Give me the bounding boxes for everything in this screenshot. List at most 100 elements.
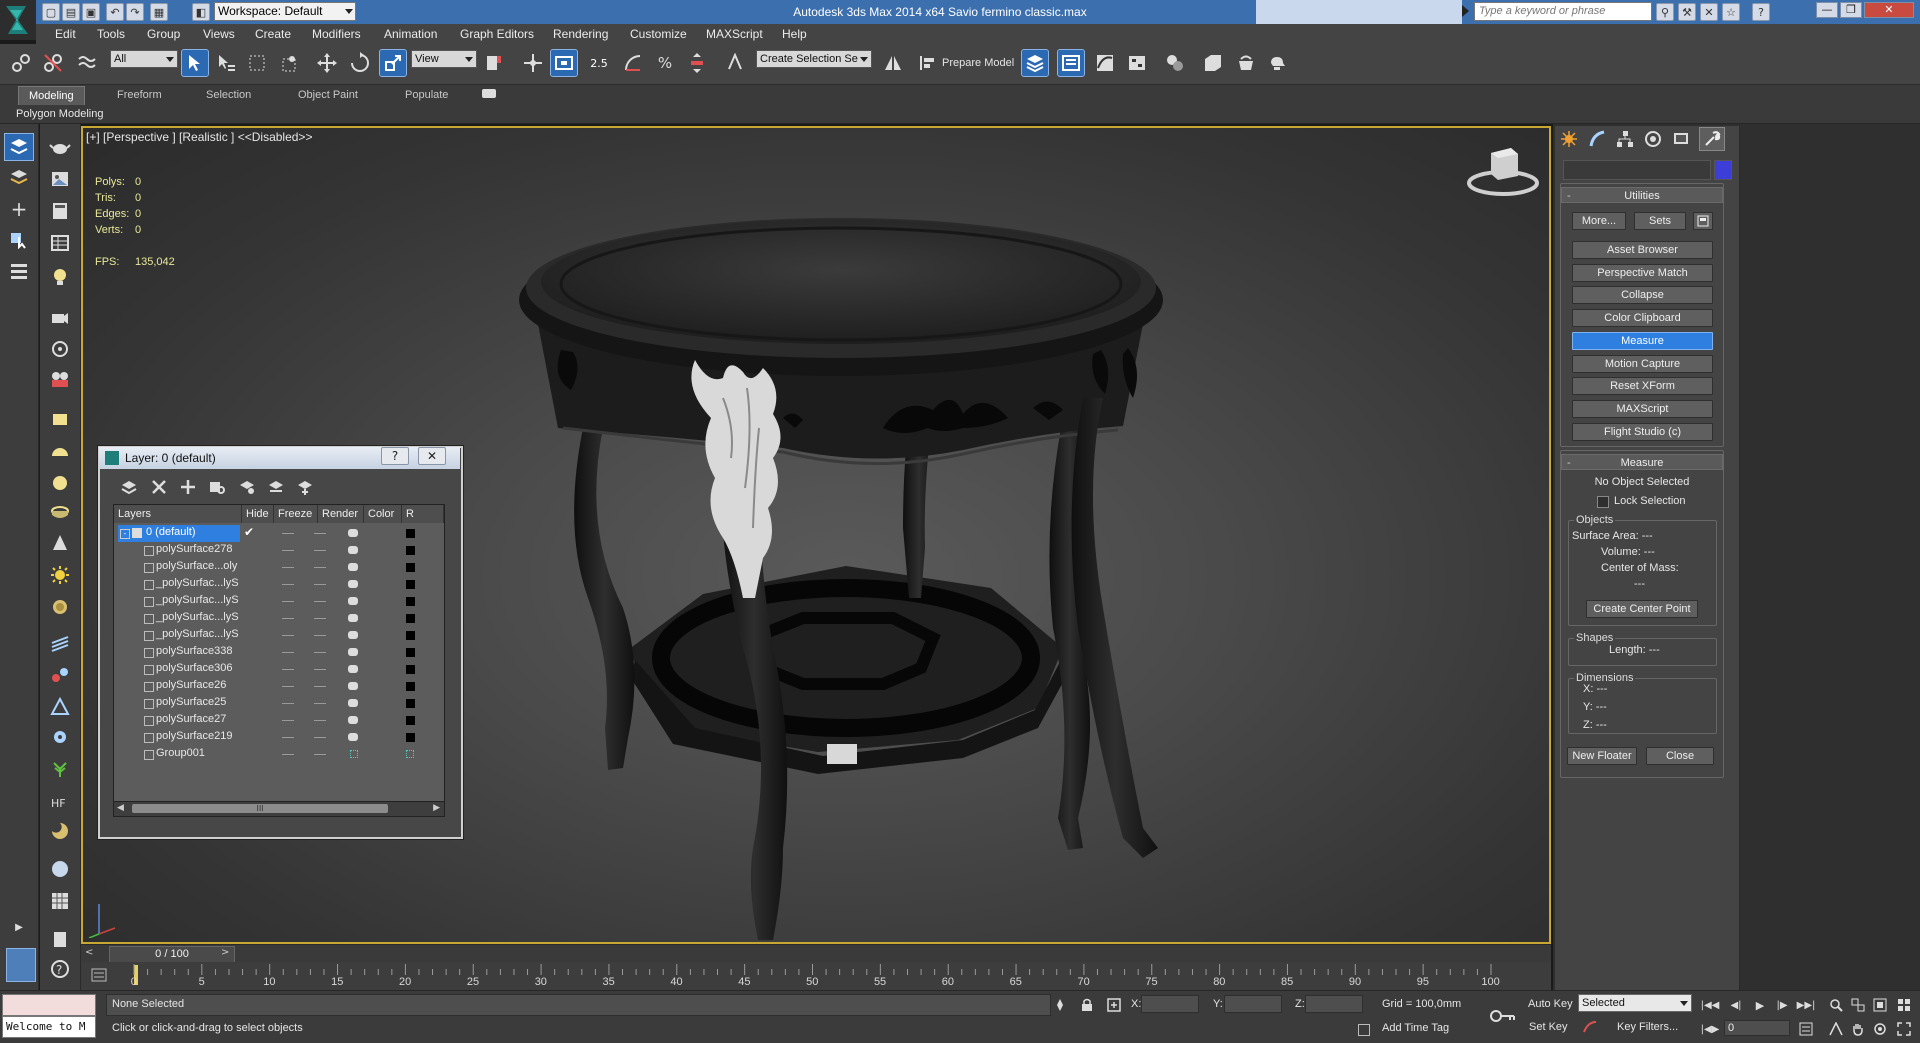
menu-help[interactable]: Help bbox=[782, 24, 807, 44]
hide-toggle[interactable] bbox=[282, 618, 294, 619]
menu-views[interactable]: Views bbox=[203, 24, 235, 44]
render-teapot-icon[interactable] bbox=[348, 682, 358, 690]
go-to-end-icon[interactable]: ▶▶| bbox=[1796, 996, 1816, 1014]
object-name[interactable]: polySurface27 bbox=[156, 713, 226, 725]
color-inherit-icon[interactable] bbox=[406, 750, 414, 758]
object-color-swatch[interactable] bbox=[406, 682, 415, 691]
molecule-icon[interactable] bbox=[46, 662, 74, 688]
scroll-left-icon[interactable]: ◀ bbox=[117, 803, 124, 813]
freeze-toggle[interactable] bbox=[314, 703, 326, 704]
object-name[interactable]: _polySurfac...lyS bbox=[156, 594, 239, 606]
ribbon-tab-modeling[interactable]: Modeling bbox=[18, 86, 85, 105]
mirror-icon[interactable] bbox=[880, 50, 906, 76]
scroll-right-icon[interactable]: ▶ bbox=[433, 803, 440, 813]
highlight-selected-layer-icon[interactable] bbox=[238, 478, 256, 499]
hair-fur-icon[interactable]: HF bbox=[46, 788, 74, 814]
render-sphere-icon[interactable] bbox=[46, 856, 74, 882]
next-frame-icon[interactable]: |▶ bbox=[1772, 996, 1792, 1014]
maxscript-listener-input[interactable] bbox=[2, 994, 96, 1016]
expand-panel-icon[interactable]: ▶ bbox=[5, 914, 33, 940]
hide-toggle[interactable] bbox=[282, 533, 294, 534]
create-tab-icon[interactable] bbox=[1557, 128, 1581, 150]
gear-icon[interactable] bbox=[46, 724, 74, 750]
selection-lock-icon[interactable] bbox=[1077, 996, 1097, 1014]
col-color[interactable]: Color bbox=[364, 505, 402, 523]
object-name[interactable]: polySurface278 bbox=[156, 543, 232, 555]
layer-object-row[interactable]: polySurface306 bbox=[114, 661, 444, 678]
absolute-mode-transform-icon[interactable] bbox=[1104, 996, 1124, 1014]
photo-icon[interactable] bbox=[46, 166, 74, 192]
checker-grid-icon[interactable] bbox=[46, 888, 74, 914]
selection-filter-dropdown[interactable]: All bbox=[110, 50, 178, 68]
object-color-swatch[interactable] bbox=[406, 597, 415, 606]
render-setup-icon[interactable] bbox=[1200, 50, 1226, 76]
motion-tab-icon[interactable] bbox=[1641, 128, 1665, 150]
workspace-dropdown[interactable]: Workspace: Default bbox=[214, 2, 356, 21]
col-freeze[interactable]: Freeze bbox=[274, 505, 318, 523]
question-icon[interactable]: ? bbox=[46, 956, 74, 982]
x-coordinate-field[interactable] bbox=[1141, 995, 1199, 1013]
minimize-button[interactable]: — bbox=[1816, 2, 1838, 18]
window-crossing-icon[interactable] bbox=[276, 50, 302, 76]
teapot-icon[interactable] bbox=[46, 134, 74, 160]
mini-curve-editor-icon[interactable] bbox=[91, 968, 107, 982]
hide-toggle[interactable] bbox=[282, 635, 294, 636]
object-color-swatch[interactable] bbox=[406, 716, 415, 725]
scene-explorer-icon[interactable] bbox=[1057, 49, 1085, 77]
render-teapot-icon[interactable] bbox=[348, 580, 358, 588]
frame-display[interactable]: 0 / 100 bbox=[109, 946, 235, 963]
menu-group[interactable]: Group bbox=[147, 24, 180, 44]
undo-icon[interactable]: ↶ bbox=[106, 3, 124, 21]
col-radiosity[interactable]: R bbox=[402, 505, 444, 523]
layer-object-row[interactable]: Group001 bbox=[114, 746, 444, 763]
field-of-view-icon[interactable] bbox=[1826, 1020, 1846, 1038]
film-reel-icon[interactable] bbox=[46, 366, 74, 392]
hide-toggle[interactable] bbox=[282, 720, 294, 721]
maximize-button[interactable]: ❐ bbox=[1840, 2, 1862, 18]
close-window-button[interactable]: ✕ bbox=[1864, 2, 1914, 18]
communication-icon[interactable]: ✕ bbox=[1700, 3, 1718, 21]
object-color-swatch[interactable] bbox=[406, 699, 415, 708]
shell-icon[interactable] bbox=[46, 818, 74, 844]
freeze-unfreeze-all-layers-icon[interactable] bbox=[296, 478, 314, 499]
freeze-toggle[interactable] bbox=[314, 567, 326, 568]
edit-named-selection-icon[interactable] bbox=[722, 50, 748, 76]
render-teapot-icon[interactable] bbox=[348, 716, 358, 724]
freeze-toggle[interactable] bbox=[314, 533, 326, 534]
play-animation-icon[interactable]: ▶ bbox=[1750, 996, 1770, 1014]
object-name[interactable]: _polySurfac...lyS bbox=[156, 628, 239, 640]
scroll-thumb[interactable]: III bbox=[132, 804, 388, 813]
zoom-all-icon[interactable] bbox=[1848, 996, 1868, 1014]
key-filters-button[interactable]: Key Filters... bbox=[1617, 1021, 1678, 1033]
object-color-swatch[interactable] bbox=[406, 546, 415, 555]
unlink-selection-icon[interactable] bbox=[40, 50, 66, 76]
key-mode-toggle-icon[interactable]: |◀▶ bbox=[1700, 1020, 1720, 1038]
add-to-layer-icon[interactable] bbox=[179, 478, 197, 499]
dialog-help-button[interactable]: ? bbox=[381, 447, 409, 465]
new-floater-button[interactable]: New Floater bbox=[1567, 747, 1637, 765]
layer-object-row[interactable]: _polySurfac...lyS bbox=[114, 627, 444, 644]
percent-snap-icon[interactable]: % bbox=[652, 50, 678, 76]
viewcube-icon[interactable] bbox=[1458, 138, 1548, 208]
tool-clipboard-icon[interactable] bbox=[46, 926, 74, 952]
modify-tab-icon[interactable] bbox=[1585, 128, 1609, 150]
time-tag-checkbox[interactable] bbox=[1358, 1024, 1370, 1036]
render-teapot-icon[interactable] bbox=[348, 597, 358, 605]
help-icon[interactable]: ? bbox=[1752, 3, 1770, 21]
ring-icon[interactable] bbox=[46, 594, 74, 620]
hierarchy-tab-icon[interactable] bbox=[1613, 128, 1637, 150]
pivot-center-icon[interactable] bbox=[481, 50, 507, 76]
render-teapot-icon[interactable] bbox=[348, 614, 358, 622]
go-to-start-icon[interactable]: |◀◀ bbox=[1700, 996, 1720, 1014]
time-prev-icon[interactable]: < bbox=[85, 947, 93, 958]
rectangular-selection-icon[interactable] bbox=[244, 50, 270, 76]
app-logo[interactable] bbox=[0, 0, 36, 40]
hide-toggle[interactable] bbox=[282, 737, 294, 738]
box-primitive-icon[interactable] bbox=[46, 406, 74, 432]
set-key-button[interactable]: Set Key bbox=[1529, 1021, 1568, 1033]
menu-animation[interactable]: Animation bbox=[384, 24, 437, 44]
menu-graph-editors[interactable]: Graph Editors bbox=[460, 24, 534, 44]
object-color-swatch[interactable] bbox=[406, 665, 415, 674]
render-teapot-icon[interactable] bbox=[348, 529, 358, 537]
auto-key-button[interactable]: Auto Key bbox=[1528, 998, 1573, 1010]
